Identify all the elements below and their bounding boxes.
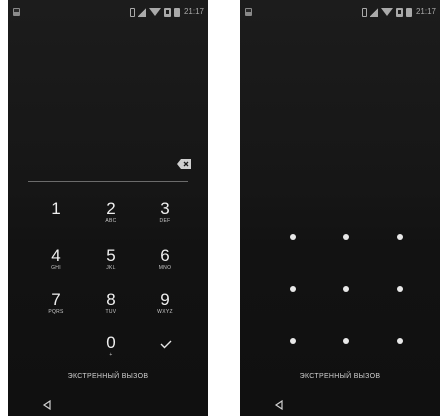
status-icons: 21:17 — [129, 6, 204, 18]
key-digit: 2 — [106, 199, 116, 218]
key-0[interactable]: 0 + — [90, 334, 132, 374]
pattern-dot[interactable] — [397, 234, 403, 240]
key-2[interactable]: 2 ABC — [90, 200, 132, 240]
key-digit: 7 — [51, 290, 61, 309]
key-7[interactable]: 7 PQRS — [35, 291, 77, 331]
key-letters: ABC — [105, 218, 117, 224]
status-bar: 21:17 — [8, 0, 208, 24]
sim-card-icon — [395, 7, 403, 17]
key-6[interactable]: 6 MNO — [144, 247, 186, 287]
status-time: 21:17 — [415, 7, 436, 16]
key-digit: 3 — [160, 199, 170, 218]
notification-image-icon — [13, 8, 20, 16]
emergency-call-button[interactable]: ЭКСТРЕННЫЙ ВЫЗОВ — [240, 373, 440, 380]
vibrate-icon — [129, 7, 135, 17]
key-letters: JKL — [106, 265, 116, 271]
status-time: 21:17 — [183, 7, 204, 16]
key-digit: 8 — [106, 290, 116, 309]
pin-entry-field — [28, 181, 188, 182]
key-9[interactable]: 9 WXYZ — [144, 291, 186, 331]
key-letters: GHI — [51, 265, 61, 271]
vibrate-icon — [361, 7, 367, 17]
pattern-dot[interactable] — [397, 338, 403, 344]
nav-back-icon[interactable] — [42, 397, 52, 411]
key-digit: 4 — [51, 246, 61, 265]
wifi-icon — [380, 8, 393, 16]
signal-icon — [137, 7, 146, 17]
key-letters: TUV — [105, 309, 117, 315]
pin-lock-screen: 21:17 1 2 ABC 3 DEF 4 GHI 5 JKL 6 MNO 7 … — [8, 0, 208, 416]
checkmark-icon[interactable] — [156, 334, 176, 354]
battery-icon — [173, 7, 180, 17]
pattern-dot[interactable] — [343, 286, 349, 292]
notification-image-icon — [245, 8, 252, 16]
wifi-icon — [148, 8, 161, 16]
signal-icon — [369, 7, 378, 17]
backspace-icon[interactable] — [177, 159, 191, 169]
pattern-lock-screen: 21:17 ЭКСТРЕННЫЙ ВЫЗОВ — [240, 0, 440, 416]
key-1[interactable]: 1 — [35, 200, 77, 240]
key-5[interactable]: 5 JKL — [90, 247, 132, 287]
key-letters: WXYZ — [157, 309, 173, 315]
key-digit: 0 — [106, 333, 116, 352]
key-letters: DEF — [159, 218, 171, 224]
battery-icon — [405, 7, 412, 17]
status-bar: 21:17 — [240, 0, 440, 24]
key-8[interactable]: 8 TUV — [90, 291, 132, 331]
sim-card-icon — [163, 7, 171, 17]
pattern-dot[interactable] — [397, 286, 403, 292]
key-4[interactable]: 4 GHI — [35, 247, 77, 287]
pattern-dot[interactable] — [290, 286, 296, 292]
pattern-dot[interactable] — [290, 338, 296, 344]
status-icons: 21:17 — [361, 6, 436, 18]
key-digit: 5 — [106, 246, 116, 265]
key-digit: 1 — [51, 199, 61, 218]
nav-back-icon[interactable] — [274, 397, 284, 411]
key-digit: 6 — [160, 246, 170, 265]
pattern-dot[interactable] — [290, 234, 296, 240]
emergency-call-button[interactable]: ЭКСТРЕННЫЙ ВЫЗОВ — [8, 373, 208, 380]
key-letters: MNO — [158, 265, 172, 271]
key-3[interactable]: 3 DEF — [144, 200, 186, 240]
key-digit: 9 — [160, 290, 170, 309]
key-letters: PQRS — [48, 309, 64, 315]
pattern-dot[interactable] — [343, 234, 349, 240]
pattern-dot[interactable] — [343, 338, 349, 344]
key-letters: + — [109, 352, 113, 358]
